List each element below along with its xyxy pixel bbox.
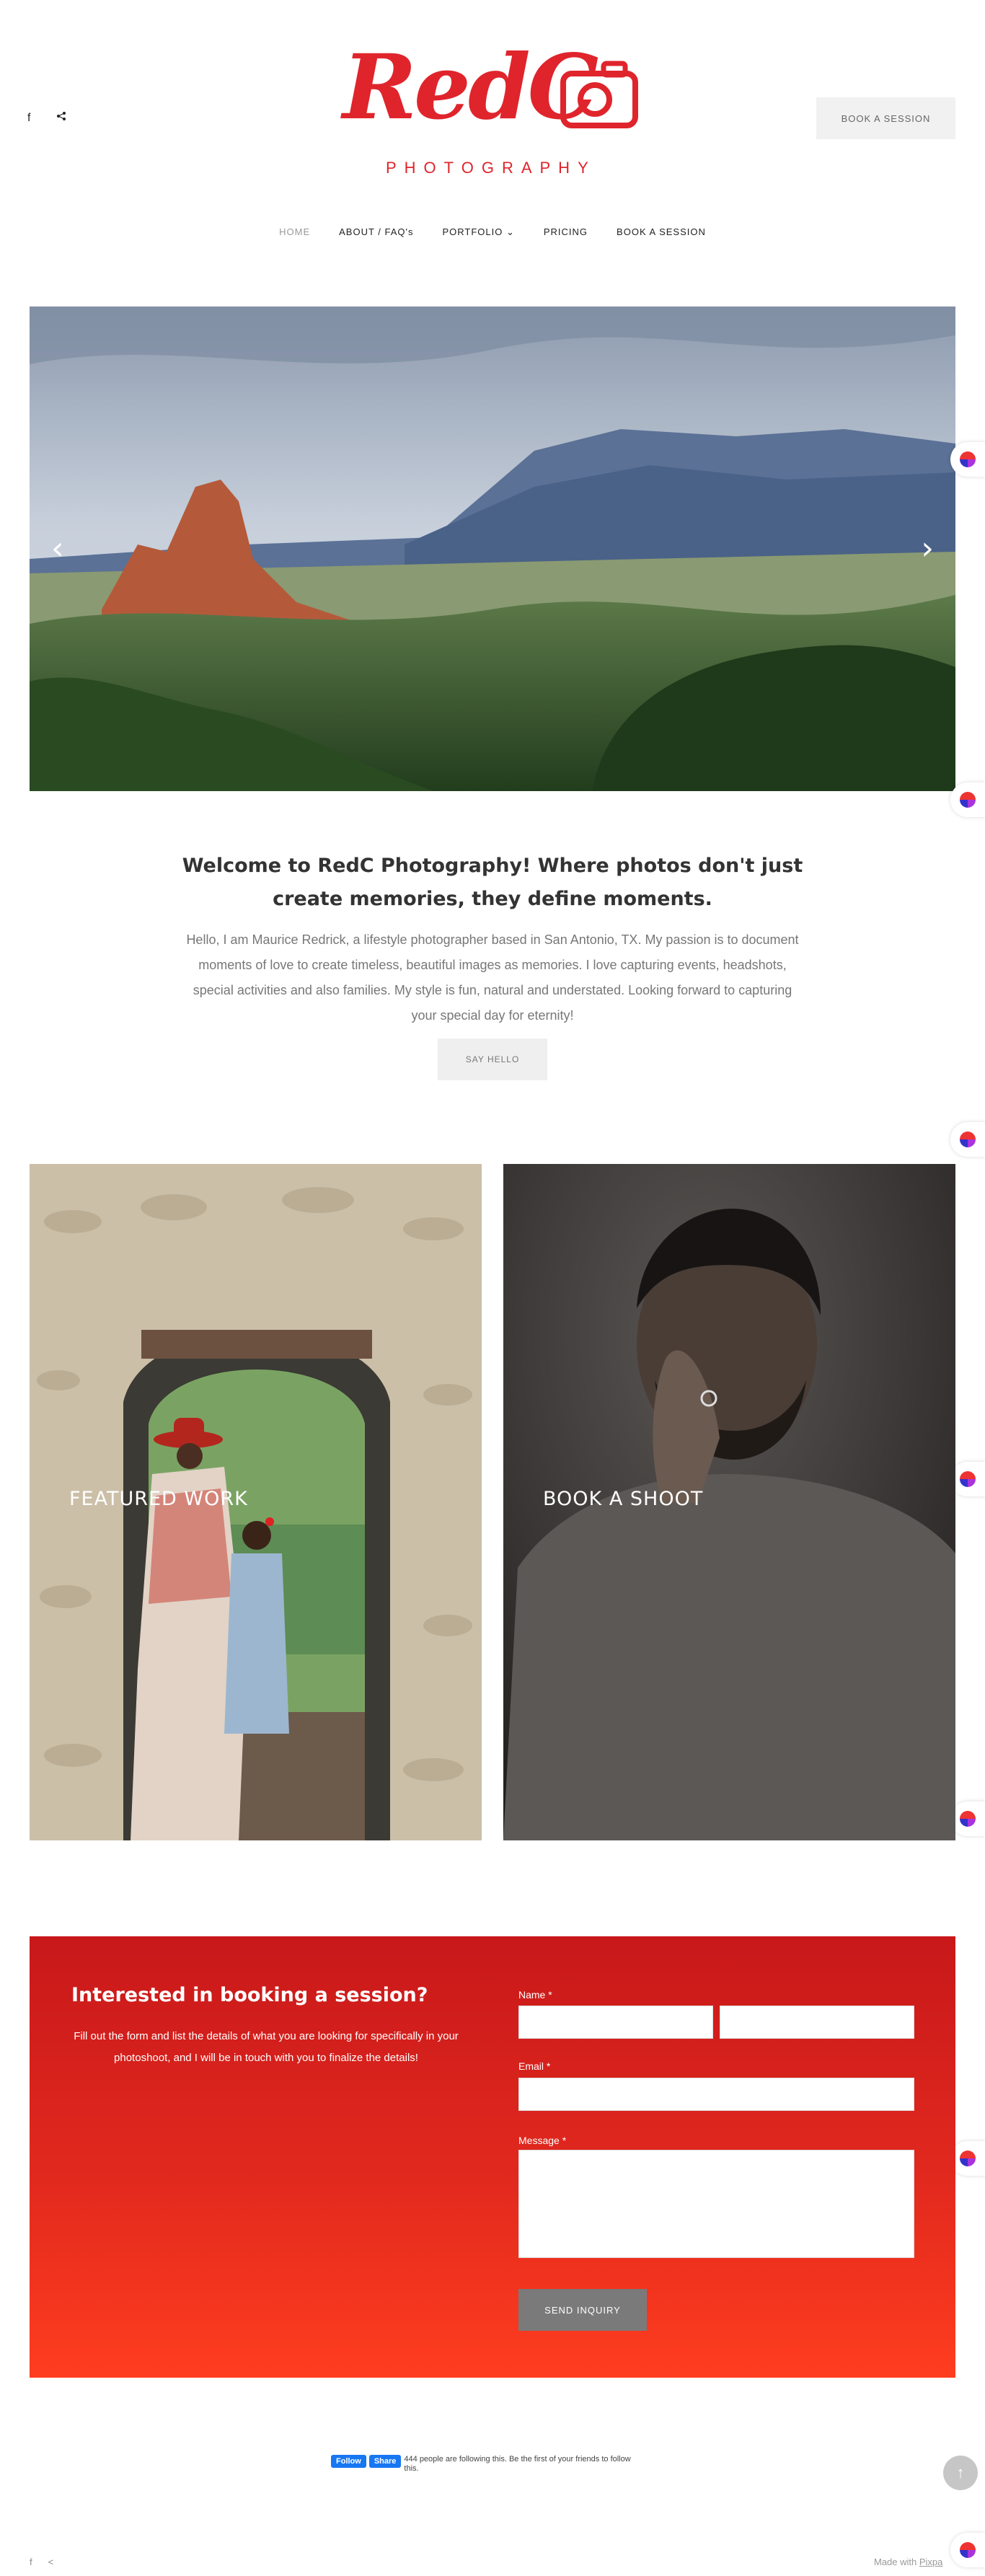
- share-icon[interactable]: [56, 111, 66, 125]
- pixpa-link[interactable]: Pixpa: [919, 2557, 943, 2567]
- message-textarea[interactable]: [518, 2150, 914, 2258]
- facebook-icon[interactable]: f: [27, 112, 30, 125]
- last-name-input[interactable]: [720, 2006, 914, 2039]
- fb-follow-button[interactable]: Follow: [331, 2455, 366, 2468]
- book-session-button[interactable]: BOOK A SESSION: [816, 97, 955, 139]
- floating-widget-icon[interactable]: [950, 782, 985, 817]
- facebook-follow-widget: Follow Share 444 people are following th…: [331, 2455, 635, 2474]
- featured-work-label: FEATURED WORK: [69, 1488, 248, 1510]
- email-label: Email *: [518, 2060, 551, 2072]
- nav-item-book[interactable]: BOOK A SESSION: [617, 226, 706, 238]
- hero-slider[interactable]: ‹ ›: [30, 306, 955, 791]
- floating-widget-icon[interactable]: [950, 2141, 985, 2176]
- send-inquiry-button[interactable]: SEND INQUIRY: [518, 2289, 647, 2331]
- logo-subtitle: PHOTOGRAPHY: [386, 159, 596, 177]
- back-to-top-icon[interactable]: ↑: [943, 2456, 978, 2490]
- booking-text: Fill out the form and list the details o…: [74, 2030, 459, 2064]
- floating-widget-icon[interactable]: [950, 1801, 985, 1836]
- main-nav: HOME ABOUT / FAQ's PORTFOLIO ⌄ PRICING B…: [0, 226, 985, 238]
- booking-title: Interested in booking a session?: [71, 1984, 428, 2006]
- made-with-text: Made with: [874, 2557, 917, 2567]
- header-social: f: [27, 111, 66, 125]
- facebook-icon[interactable]: f: [30, 2557, 32, 2567]
- footer-social: f <: [30, 2557, 53, 2567]
- nav-item-pricing[interactable]: PRICING: [544, 226, 588, 238]
- floating-widget-icon[interactable]: [950, 442, 985, 477]
- name-label: Name *: [518, 1989, 552, 2001]
- booking-section: Interested in booking a session? Fill ou…: [30, 1936, 955, 2378]
- site-logo[interactable]: RedC PHOTOGRAPHY: [343, 43, 642, 188]
- say-hello-button[interactable]: SAY HELLO: [438, 1038, 547, 1080]
- intro-text: Hello, I am Maurice Redrick, a lifestyle…: [186, 932, 799, 1023]
- camera-logo-icon: [560, 61, 638, 128]
- logo-script: RedC: [343, 35, 598, 140]
- floating-widget-icon[interactable]: [950, 1462, 985, 1496]
- slider-prev-icon[interactable]: ‹: [51, 530, 64, 567]
- intro-title: Welcome to RedC Photography! Where photo…: [182, 855, 803, 910]
- share-icon[interactable]: <: [48, 2557, 54, 2567]
- featured-work-tile[interactable]: FEATURED WORK: [30, 1164, 482, 1840]
- hero-landscape-image: [30, 306, 955, 791]
- email-input[interactable]: [518, 2078, 914, 2111]
- first-name-input[interactable]: [518, 2006, 713, 2039]
- floating-widget-icon[interactable]: [950, 1122, 985, 1157]
- fb-share-button[interactable]: Share: [368, 2455, 402, 2468]
- book-shoot-label: BOOK A SHOOT: [543, 1488, 704, 1510]
- message-label: Message *: [518, 2135, 567, 2146]
- nav-item-portfolio[interactable]: PORTFOLIO ⌄: [442, 226, 514, 238]
- nav-item-home[interactable]: HOME: [279, 226, 310, 238]
- floating-widget-icon[interactable]: [950, 2533, 985, 2567]
- made-with-credit: Made with Pixpa: [874, 2557, 942, 2567]
- fb-follow-text: 444 people are following this. Be the fi…: [404, 2455, 631, 2473]
- nav-item-about[interactable]: ABOUT / FAQ's: [339, 226, 413, 238]
- book-shoot-tile[interactable]: BOOK A SHOOT: [503, 1164, 955, 1840]
- slider-next-icon[interactable]: ›: [921, 530, 934, 567]
